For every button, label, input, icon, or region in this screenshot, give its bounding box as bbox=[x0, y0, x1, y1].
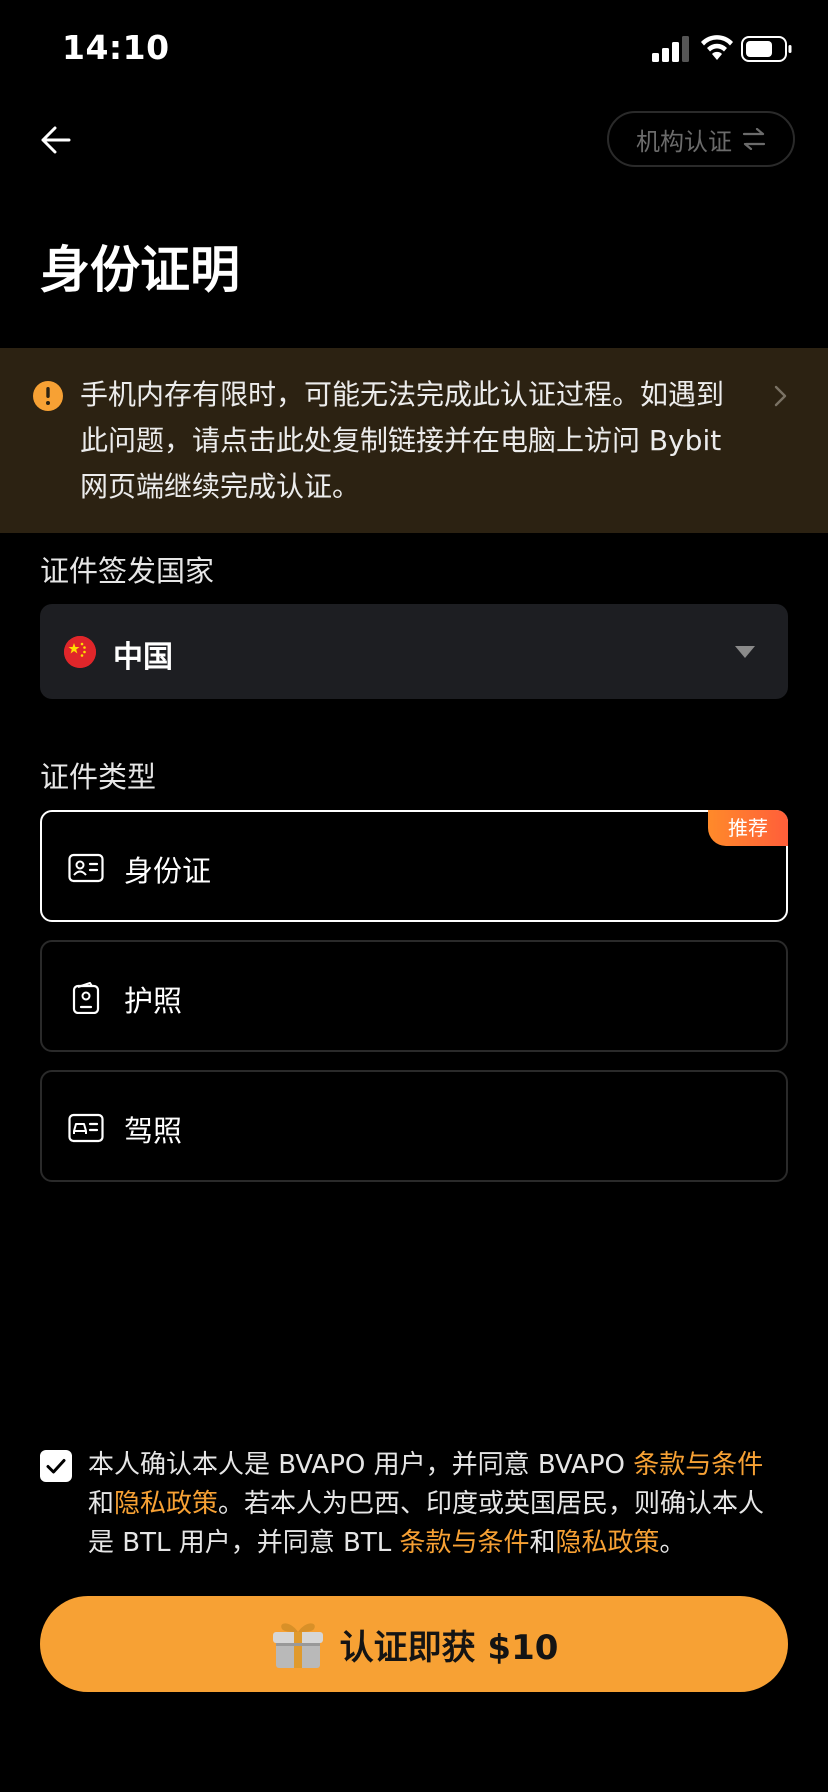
cellular-signal-icon bbox=[652, 36, 689, 62]
consent-text-and: 和 bbox=[529, 1528, 556, 1558]
btl-terms-link[interactable]: 条款与条件 bbox=[399, 1528, 529, 1558]
id-option-label: 身份证 bbox=[124, 854, 212, 888]
warning-text: 手机内存有限时，可能无法完成此认证过程。如遇到此问题，请点击此处复制链接并在电脑… bbox=[80, 378, 725, 503]
issuing-country-label: 证件签发国家 bbox=[40, 554, 215, 588]
institutional-verification-button[interactable]: 机构认证 bbox=[607, 111, 795, 167]
identity-verification-page: 14:10 机构认证 身份证明 手机内存有限时，可能无法完成此认证过程。如遇到此… bbox=[0, 0, 828, 1792]
verify-reward-label: 认证即获 $10 bbox=[339, 1627, 559, 1668]
wifi-icon bbox=[701, 35, 733, 60]
selected-country: 中国 bbox=[113, 640, 173, 675]
id-card-icon bbox=[68, 853, 104, 883]
checkmark-icon bbox=[46, 1459, 66, 1474]
id-option-passport[interactable]: 护照 bbox=[40, 940, 788, 1052]
back-arrow-icon bbox=[41, 126, 71, 154]
id-option-label: 驾照 bbox=[124, 1114, 183, 1148]
id-option-label: 护照 bbox=[124, 984, 183, 1018]
battery-icon bbox=[741, 36, 792, 62]
id-type-label: 证件类型 bbox=[40, 760, 157, 794]
id-option-driver-license[interactable]: 驾照 bbox=[40, 1070, 788, 1182]
back-button[interactable] bbox=[36, 118, 76, 162]
id-option-id-card[interactable]: 身份证 推荐 bbox=[40, 810, 788, 922]
swap-icon bbox=[742, 128, 766, 150]
bvapo-terms-link[interactable]: 条款与条件 bbox=[633, 1450, 763, 1480]
verify-reward-button[interactable]: 认证即获 $10 bbox=[40, 1596, 788, 1692]
china-flag-icon bbox=[64, 636, 96, 668]
caret-down-icon bbox=[735, 646, 755, 658]
consent-text-and: 和 bbox=[88, 1489, 115, 1519]
status-time: 14:10 bbox=[62, 28, 170, 67]
driver-license-icon bbox=[68, 1113, 104, 1143]
chevron-right-icon bbox=[774, 385, 787, 407]
btl-privacy-link[interactable]: 隐私政策 bbox=[556, 1528, 660, 1558]
recommended-badge: 推荐 bbox=[708, 810, 788, 846]
consent-text-part: 本人确认本人是 BVAPO 用户，并同意 BVAPO bbox=[88, 1450, 634, 1480]
issuing-country-select[interactable]: 中国 bbox=[40, 604, 788, 699]
passport-icon bbox=[72, 982, 100, 1014]
status-bar: 14:10 bbox=[0, 0, 828, 100]
consent-text: 本人确认本人是 BVAPO 用户，并同意 BVAPO 条款与条件和隐私政策。若本… bbox=[88, 1446, 788, 1563]
consent-text-end: 。 bbox=[659, 1528, 686, 1558]
institutional-verification-label: 机构认证 bbox=[636, 127, 732, 156]
page-title: 身份证明 bbox=[40, 241, 240, 299]
gift-icon bbox=[272, 1623, 323, 1668]
warning-icon bbox=[33, 381, 63, 411]
bvapo-privacy-link[interactable]: 隐私政策 bbox=[114, 1489, 218, 1519]
consent-checkbox[interactable] bbox=[40, 1450, 72, 1482]
